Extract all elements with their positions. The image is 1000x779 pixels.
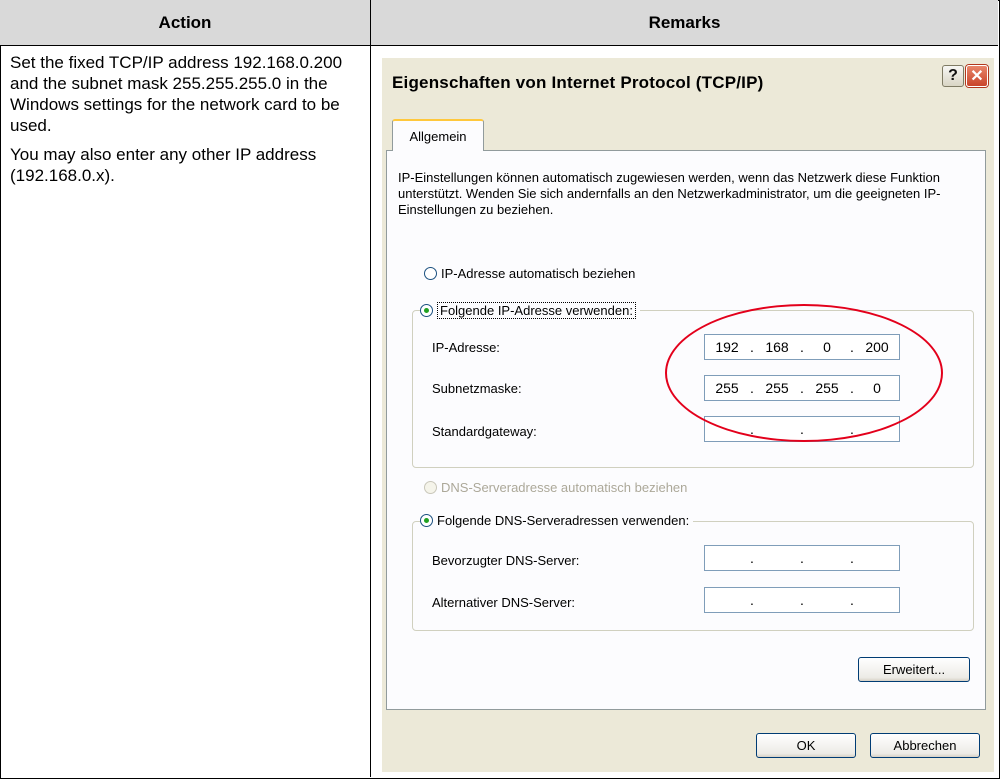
subnet-mask-input[interactable]: 255. 255. 255. 0 xyxy=(704,375,900,401)
action-instruction: Set the fixed TCP/IP address 192.168.0.2… xyxy=(10,53,343,135)
column-divider xyxy=(370,0,371,777)
action-note: You may also enter any other IP address … xyxy=(10,145,317,185)
subnet-octet-1: 255 xyxy=(715,380,739,396)
ip-octet-1: 192 xyxy=(715,339,739,355)
radio-ip-manual-indicator xyxy=(420,304,433,317)
radio-ip-manual[interactable]: Folgende IP-Adresse verwenden: xyxy=(420,302,640,319)
radio-ip-auto[interactable]: IP-Adresse automatisch beziehen xyxy=(424,266,636,281)
ip-octet-2: 168 xyxy=(765,339,789,355)
radio-dns-manual-indicator xyxy=(420,514,433,527)
header-remarks: Remarks xyxy=(371,0,998,45)
subnet-octet-4: 0 xyxy=(873,380,881,396)
ip-address-label: IP-Adresse: xyxy=(432,340,500,355)
ip-octet-4: 200 xyxy=(865,339,889,355)
radio-dns-auto-indicator xyxy=(424,481,437,494)
help-button[interactable]: ? xyxy=(942,65,964,87)
alternate-dns-input[interactable]: . . . xyxy=(704,587,900,613)
radio-dns-auto-label: DNS-Serveradresse automatisch beziehen xyxy=(441,480,688,495)
default-gateway-input[interactable]: . . . xyxy=(704,416,900,442)
radio-dns-auto: DNS-Serveradresse automatisch beziehen xyxy=(424,480,688,495)
subnet-octet-2: 255 xyxy=(765,380,789,396)
dialog-title: Eigenschaften von Internet Protocol (TCP… xyxy=(392,73,764,92)
subnet-mask-label: Subnetzmaske: xyxy=(432,381,522,396)
dns-groupbox xyxy=(412,521,974,631)
cancel-button[interactable]: Abbrechen xyxy=(870,733,980,758)
alternate-dns-label: Alternativer DNS-Server: xyxy=(432,595,576,610)
radio-dns-manual-label: Folgende DNS-Serveradressen verwenden: xyxy=(437,513,690,528)
intro-text: IP-Einstellungen können automatisch zuge… xyxy=(398,170,941,217)
action-cell: Set the fixed TCP/IP address 192.168.0.2… xyxy=(10,52,360,194)
radio-ip-auto-label: IP-Adresse automatisch beziehen xyxy=(441,266,636,281)
radio-ip-auto-indicator xyxy=(424,267,437,280)
header-action: Action xyxy=(0,0,370,45)
default-gateway-label: Standardgateway: xyxy=(432,424,537,439)
subnet-octet-3: 255 xyxy=(815,380,839,396)
ip-octet-3: 0 xyxy=(823,339,831,355)
ip-address-input[interactable]: 192. 168. 0. 200 xyxy=(704,334,900,360)
header-divider xyxy=(0,45,998,46)
preferred-dns-label: Bevorzugter DNS-Server: xyxy=(432,553,580,568)
ok-button[interactable]: OK xyxy=(756,733,856,758)
radio-ip-manual-label: Folgende IP-Adresse verwenden: xyxy=(437,302,636,319)
radio-dns-manual[interactable]: Folgende DNS-Serveradressen verwenden: xyxy=(420,513,694,528)
advanced-button[interactable]: Erweitert... xyxy=(858,657,970,682)
preferred-dns-input[interactable]: . . . xyxy=(704,545,900,571)
tab-general[interactable]: Allgemein xyxy=(392,119,484,151)
close-button[interactable]: ✕ xyxy=(966,65,988,87)
